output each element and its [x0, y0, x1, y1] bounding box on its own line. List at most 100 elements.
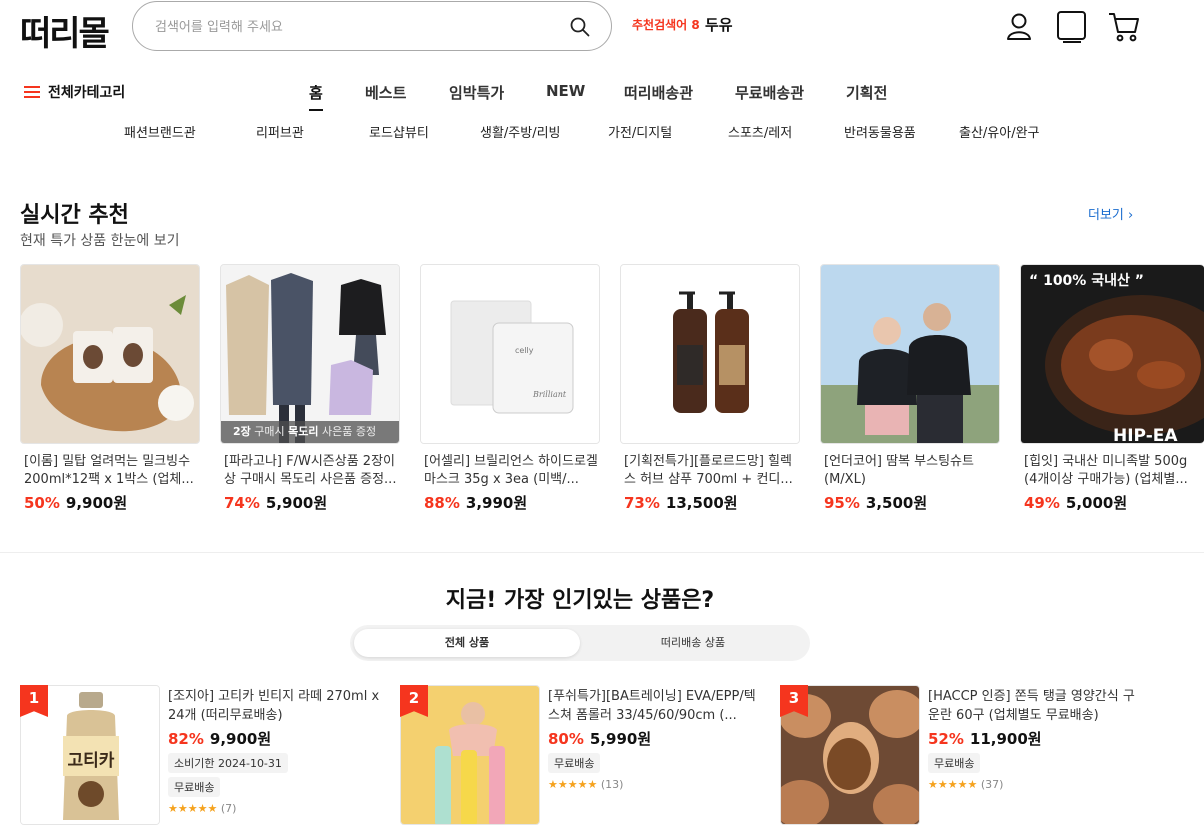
product-card[interactable]: [이롬] 밀탑 얼려먹는 밀크빙수 200ml*12팩 x 1박스 (업체...…: [20, 264, 200, 513]
discount-rate: 74%: [224, 494, 260, 512]
can-label: 고티카: [68, 751, 115, 771]
tab-ddeori-delivery[interactable]: 떠리배송 상품: [580, 629, 806, 657]
subcat-digital[interactable]: 가전/디지털: [608, 122, 672, 141]
recommended-keyword[interactable]: 두유: [705, 14, 733, 35]
discount-rate: 50%: [24, 494, 60, 512]
price: 5,990원: [589, 730, 652, 748]
svg-text:celly: celly: [515, 346, 534, 355]
price: 9,900원: [65, 494, 128, 512]
subcat-living[interactable]: 생활/주방/리빙: [480, 122, 561, 141]
product-name: [조지아] 고티카 빈티지 라떼 270ml x 24개 (떠리무료배송): [168, 689, 380, 723]
popular-title: 지금! 가장 인기있는 상품은?: [445, 588, 715, 613]
tab-all-products[interactable]: 전체 상품: [354, 629, 580, 657]
product-card[interactable]: [기획전특가][플로르드망] 힐렉스 허브 샴푸 700ml + 컨디... 7…: [620, 264, 800, 513]
product-card[interactable]: “ 100% 국내산 ” HIP-EA [힙잇] 국내산 미니족발 500g (…: [1020, 264, 1204, 513]
nav-item-special[interactable]: 기획전: [846, 82, 887, 103]
cart-icon[interactable]: [1108, 10, 1140, 44]
product-name: [푸쉬특가][BA트레이닝] EVA/EPP/텍스쳐 폼롤러 33/45/60/…: [548, 689, 756, 723]
product-card[interactable]: [언더코어] 땀복 부스팅슈트 (M/XL) 95% 3,500원: [820, 264, 1000, 513]
menu-icon: [24, 86, 40, 98]
nav-item-ddeori-delivery[interactable]: 떠리배송관: [624, 82, 693, 103]
subcat-baby[interactable]: 출산/유아/완구: [959, 122, 1040, 141]
expiry-badge: 소비기한 2024-10-31: [168, 753, 288, 773]
price: 9,900원: [209, 730, 272, 748]
chevron-right-icon: ›: [1128, 208, 1134, 223]
product-card[interactable]: celly Brilliant [어셀리] 브릴리언스 하이드로겔 마스크 35…: [420, 264, 600, 513]
popular-tabs: 전체 상품 떠리배송 상품: [350, 625, 810, 661]
free-shipping-badge: 무료배송: [548, 753, 601, 773]
banner-text: 사은품 증정: [318, 425, 377, 438]
price-row: 80% 5,990원: [548, 728, 760, 749]
price-row: 82% 9,900원: [168, 728, 380, 749]
subcat-sports[interactable]: 스포츠/레저: [728, 122, 792, 141]
product-image[interactable]: 2장 구매시 목도리 사은품 증정: [220, 264, 400, 444]
product-image[interactable]: [620, 264, 800, 444]
all-categories-button[interactable]: 전체카테고리: [24, 82, 125, 102]
rating: ★★★★★ (7): [168, 802, 380, 815]
price-row: 88% 3,990원: [420, 492, 600, 513]
product-name: [HACCP 인증] 쫀득 탱글 영양간식 구운란 60구 (업체별도 무료배송…: [928, 689, 1135, 723]
product-info: [HACCP 인증] 쫀득 탱글 영양간식 구운란 60구 (업체별도 무료배송…: [928, 687, 1140, 791]
product-name: [이롬] 밀탑 얼려먹는 밀크빙수 200ml*12팩 x 1박스 (업체...: [24, 454, 194, 487]
star-rating-icon: ★★★★★: [548, 778, 598, 791]
review-count: (7): [220, 802, 237, 815]
subcat-fashion-brand[interactable]: 패션브랜드관: [124, 122, 196, 141]
header: 떠리몰 추천검색어 8 두유: [0, 0, 1204, 60]
discount-rate: 73%: [624, 494, 660, 512]
discount-rate: 49%: [1024, 494, 1060, 512]
rating: ★★★★★ (37): [928, 778, 1140, 791]
banner-highlight-gift: 목도리: [288, 425, 319, 438]
ranked-product[interactable]: 1 고티카 [조지아] 고티카 빈티지 라떼 270ml x 24개 (떠리무료…: [20, 685, 380, 825]
discount-rate: 88%: [424, 494, 460, 512]
gift-banner: 2장 구매시 목도리 사은품 증정: [221, 421, 399, 443]
subcat-pet[interactable]: 반려동물용품: [844, 122, 916, 141]
main-nav: 전체카테고리 홈 베스트 임박특가 NEW 떠리배송관 무료배송관 기획전: [0, 74, 1204, 118]
logo[interactable]: 떠리몰: [20, 6, 110, 55]
ranked-product[interactable]: 3 [HACCP 인증] 쫀득 탱글 영양간식 구운란 60구 (업체별도 무료…: [780, 685, 1140, 825]
search-icon[interactable]: [569, 16, 591, 38]
ranked-product[interactable]: 2 [푸쉬특가][BA트레이닝] EVA/EPP/텍스쳐 폼롤러 33/45/6…: [400, 685, 760, 825]
nav-item-best[interactable]: 베스트: [365, 82, 406, 103]
search-input[interactable]: [155, 16, 555, 38]
recent-view-icon[interactable]: [1056, 10, 1088, 44]
banner-text: 구매시: [250, 425, 289, 438]
price-row: 50% 9,900원: [20, 492, 200, 513]
product-name: [언더코어] 땀복 부스팅슈트 (M/XL): [824, 454, 974, 487]
free-shipping-badge: 무료배송: [928, 753, 981, 773]
product-name: [어셀리] 브릴리언스 하이드로겔 마스크 35g x 3ea (미백/...: [424, 454, 598, 487]
mask-pack-image: celly Brilliant: [421, 265, 599, 443]
search-bar[interactable]: [132, 1, 612, 51]
shampoo-bottles-image: [621, 265, 799, 443]
banner-highlight-count: 2장: [233, 425, 251, 438]
price-row: 73% 13,500원: [620, 492, 800, 513]
product-card[interactable]: 2장 구매시 목도리 사은품 증정 [파라고나] F/W시즌상품 2장이상 구매…: [220, 264, 400, 513]
subcat-refurb[interactable]: 리퍼브관: [256, 122, 304, 141]
image-caption-brand: HIP-EA: [1113, 426, 1178, 444]
more-link[interactable]: 더보기 ›: [1088, 204, 1133, 223]
product-name: [기획전특가][플로르드망] 힐렉스 허브 샴푸 700ml + 컨디...: [624, 454, 793, 487]
sauna-suit-image: [821, 265, 999, 443]
product-name: [힙잇] 국내산 미니족발 500g (4개이상 구매가능) (업체별...: [1024, 454, 1188, 487]
user-icon[interactable]: [1003, 10, 1035, 44]
nav-item-new[interactable]: NEW: [546, 82, 585, 100]
more-label: 더보기: [1088, 208, 1124, 223]
price: 11,900원: [969, 730, 1042, 748]
price-row: 52% 11,900원: [928, 728, 1140, 749]
price-row: 95% 3,500원: [820, 492, 1000, 513]
product-image[interactable]: “ 100% 국내산 ” HIP-EA: [1020, 264, 1204, 444]
milk-bingsu-image: [21, 265, 199, 443]
review-count: (13): [600, 778, 624, 791]
nav-item-free-shipping[interactable]: 무료배송관: [735, 82, 804, 103]
all-categories-label: 전체카테고리: [48, 85, 126, 101]
free-shipping-badge: 무료배송: [168, 777, 221, 797]
product-image[interactable]: [20, 264, 200, 444]
product-image[interactable]: celly Brilliant: [420, 264, 600, 444]
section-divider: [0, 552, 1204, 553]
section-title: 실시간 추천: [20, 203, 129, 228]
nav-item-home[interactable]: 홈: [309, 82, 323, 111]
product-name: [파라고나] F/W시즌상품 2장이상 구매시 목도리 사은품 증정...: [224, 454, 397, 487]
nav-item-imminent-deals[interactable]: 임박특가: [449, 82, 504, 103]
subcat-roadshop-beauty[interactable]: 로드샵뷰티: [369, 122, 429, 141]
star-rating-icon: ★★★★★: [928, 778, 978, 791]
product-image[interactable]: [820, 264, 1000, 444]
